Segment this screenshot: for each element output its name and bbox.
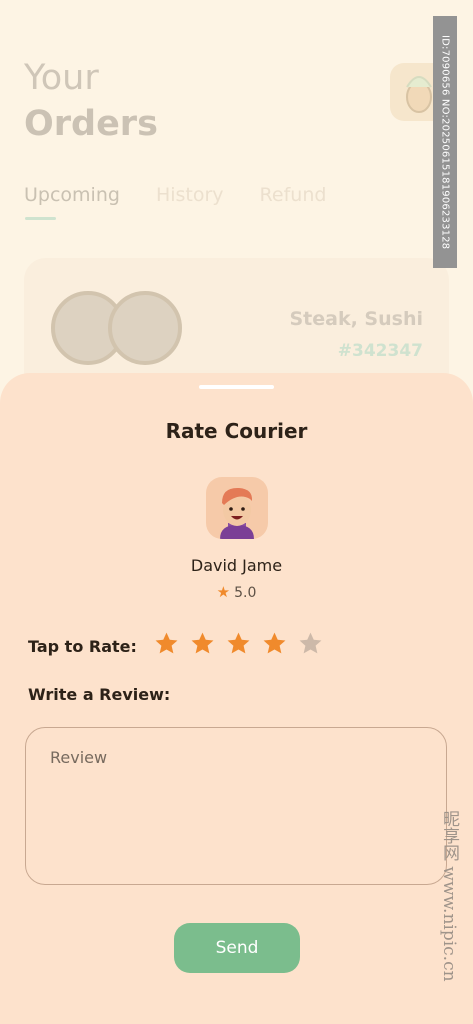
- star-icon: ★: [216, 583, 231, 601]
- review-label: Write a Review:: [28, 685, 171, 704]
- review-input[interactable]: [25, 727, 447, 885]
- watermark-site: 昵享网 www.nipic.cn: [439, 810, 459, 982]
- tab-upcoming[interactable]: Upcoming: [24, 184, 120, 206]
- order-items: Steak, Sushi: [289, 308, 423, 330]
- rating-star-icon-3[interactable]: [226, 631, 251, 656]
- courier-rating: ★ 5.0: [0, 583, 473, 601]
- courier-name: David Jame: [190, 556, 283, 575]
- page-title-light: Your: [24, 58, 99, 98]
- food-plate-image: [108, 291, 182, 365]
- sheet-title: Rate Courier: [165, 419, 308, 443]
- watermark-id: ID:7090656 NO:20250615181906233128: [433, 16, 457, 268]
- order-id: #342347: [337, 341, 423, 361]
- rating-star-icon-1[interactable]: [154, 631, 179, 656]
- rate-courier-sheet: Rate Courier David Jame ★ 5.0 Tap to Rate…: [0, 373, 473, 1024]
- order-tabs: Upcoming History Refund: [24, 184, 326, 206]
- send-button[interactable]: Send: [174, 923, 300, 973]
- rating-stars: [154, 631, 323, 656]
- tap-to-rate-label: Tap to Rate:: [28, 637, 137, 656]
- rating-star-icon-2[interactable]: [190, 631, 215, 656]
- courier-avatar: [206, 477, 268, 539]
- rating-star-icon-4[interactable]: [262, 631, 287, 656]
- active-tab-indicator: [25, 217, 56, 220]
- page-title-bold: Orders: [24, 104, 158, 144]
- courier-avatar-icon: [220, 487, 254, 539]
- courier-rating-value: 5.0: [234, 585, 257, 601]
- sheet-drag-handle[interactable]: [199, 385, 274, 389]
- tab-history[interactable]: History: [156, 184, 224, 206]
- rating-star-icon-5[interactable]: [298, 631, 323, 656]
- tab-refund[interactable]: Refund: [260, 184, 327, 206]
